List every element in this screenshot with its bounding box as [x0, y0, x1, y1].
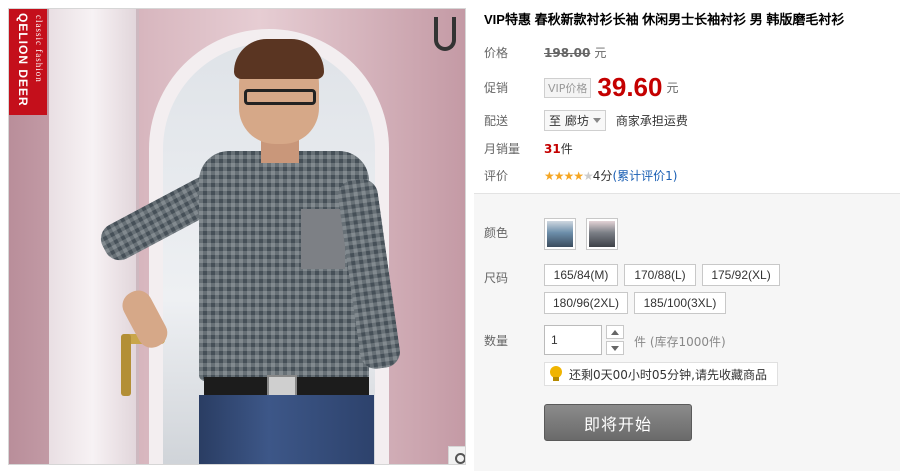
model-shirt-pocket	[301, 209, 345, 269]
monthly-sales-count: 31	[544, 141, 561, 156]
chevron-down-icon	[592, 118, 601, 123]
brand-tagline: classic fashion	[34, 15, 44, 83]
vip-price-tag: VIP价格	[544, 77, 592, 98]
rating-label: 评价	[484, 169, 509, 183]
color-label: 颜色	[484, 226, 509, 240]
size-option[interactable]: 175/92(XL)	[702, 264, 780, 286]
countdown-tip: 还剩0天00小时05分钟,请先收藏商品	[544, 362, 778, 386]
star-icon: ★★★★	[544, 168, 584, 183]
quantity-input[interactable]	[544, 325, 602, 355]
sales-label: 月销量	[484, 142, 521, 156]
shipping-note: 商家承担运费	[615, 114, 688, 128]
star-empty-icon: ★	[583, 168, 594, 183]
arrow-up-icon	[611, 329, 619, 335]
shipping-row: 配送 至 廊坊 商家承担运费	[484, 110, 688, 131]
brand-logo: QELION DEER classic fashion	[9, 9, 47, 115]
color-swatch-blue[interactable]	[544, 218, 576, 250]
lightbulb-icon	[549, 366, 563, 382]
coming-soon-button[interactable]: 即将开始	[544, 404, 692, 441]
size-option[interactable]: 165/84(M)	[544, 264, 618, 286]
model-figure	[79, 39, 439, 464]
size-option[interactable]: 180/96(2XL)	[544, 292, 628, 314]
shipping-destination-select[interactable]: 至 廊坊	[544, 110, 606, 131]
size-option[interactable]: 170/88(L)	[624, 264, 696, 286]
review-count-link[interactable]: (累计评价1)	[612, 167, 677, 184]
rating-score: 4分	[592, 169, 613, 183]
model-glasses	[244, 89, 316, 105]
model-jeans	[199, 395, 374, 464]
promo-label: 促销	[484, 81, 509, 95]
countdown-text: 还剩0天00小时05分钟,请先收藏商品	[569, 367, 767, 382]
zoom-button[interactable]	[448, 446, 465, 464]
vip-price: 39.60	[597, 72, 663, 102]
promo-row: 促销 VIP价格 39.60 元	[484, 72, 679, 103]
quantity-decrease-button[interactable]	[606, 341, 624, 355]
rating-row: 评价 ★★★★ ★ 4分 (累计评价1)	[484, 167, 677, 184]
color-swatch-gray[interactable]	[586, 218, 618, 250]
magnifier-icon	[454, 452, 465, 464]
swatch-image	[547, 221, 573, 247]
quantity-increase-button[interactable]	[606, 325, 624, 339]
arrow-down-icon	[611, 345, 619, 351]
shipping-label: 配送	[484, 114, 509, 128]
product-title: VIP特惠 春秋新款衬衫长袖 休闲男士长袖衬衫 男 韩版磨毛衬衫	[484, 12, 845, 27]
sales-unit: 件	[560, 142, 573, 156]
product-image[interactable]: QELION DEER classic fashion	[8, 8, 466, 465]
price-unit: 元	[594, 46, 607, 60]
size-option[interactable]: 185/100(3XL)	[634, 292, 726, 314]
model-hand	[117, 285, 173, 353]
vip-price-unit: 元	[666, 81, 679, 95]
original-price: 198.00	[544, 45, 591, 60]
size-label: 尺码	[484, 271, 509, 285]
sales-row: 月销量 31 件	[484, 140, 573, 157]
price-label: 价格	[484, 46, 509, 60]
swatch-image	[589, 221, 615, 247]
brand-name: QELION DEER	[16, 13, 30, 107]
quantity-label: 数量	[484, 334, 509, 348]
model-hair	[234, 39, 324, 79]
shipping-destination: 至 廊坊	[549, 114, 589, 128]
price-row: 价格 198.00 元	[484, 44, 606, 61]
stock-text: 件 (库存1000件)	[634, 335, 726, 349]
